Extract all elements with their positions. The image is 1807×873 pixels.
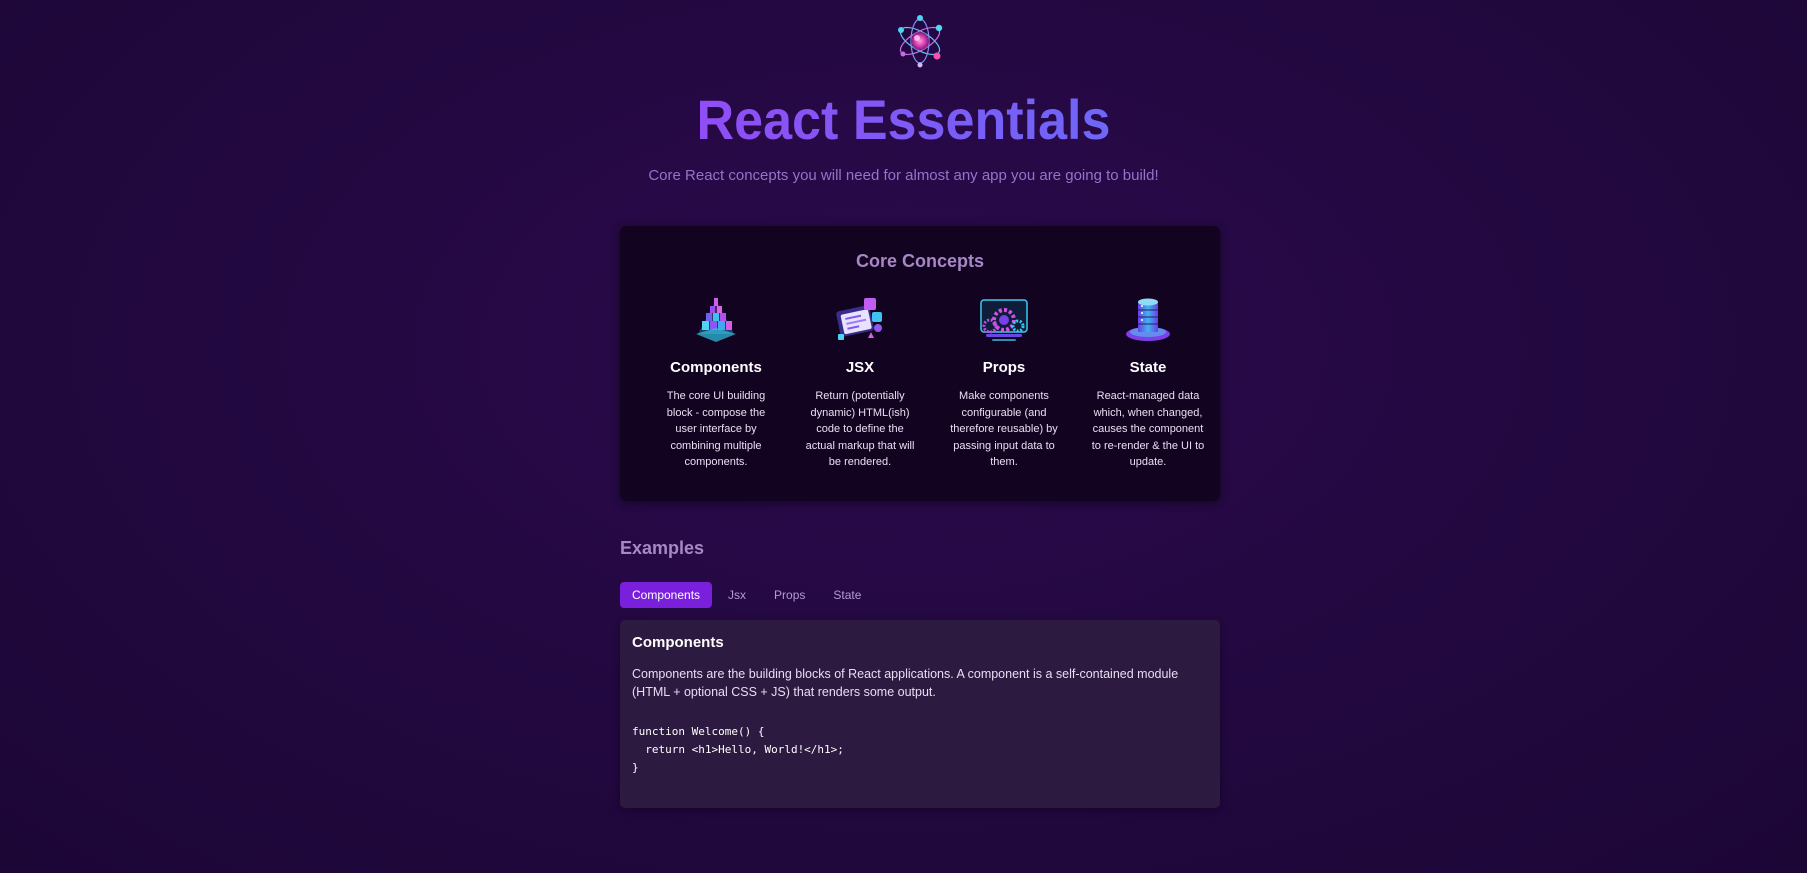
concept-title: State	[1129, 359, 1167, 376]
tab-state[interactable]: State	[821, 582, 873, 608]
concept-components: Components The core UI building block - …	[644, 294, 788, 471]
concept-props: Props Make components configurable (and …	[932, 294, 1076, 471]
tab-components[interactable]: Components	[620, 582, 713, 608]
concept-description: React-managed data which, when changed, …	[1091, 390, 1205, 468]
example-panel-title: Components	[632, 634, 724, 651]
examples-title: Examples	[620, 538, 705, 558]
concept-description: The core UI building block - compose the…	[666, 390, 766, 468]
example-code-block: function Welcome() { return <h1>Hello, W…	[632, 725, 844, 774]
example-panel-description: Components are the building blocks of Re…	[632, 667, 1179, 699]
tab-props[interactable]: Props	[762, 582, 817, 608]
concept-title: JSX	[845, 359, 875, 376]
core-concepts-title: Core Concepts	[855, 251, 985, 271]
page-title: React Essentials	[63, 84, 1744, 156]
concept-description: Return (potentially dynamic) HTML(ish) c…	[805, 390, 915, 468]
page-subtitle: Core React concepts you will need for al…	[648, 167, 1159, 184]
concept-title: Components	[670, 359, 762, 376]
example-panel: Components Components are the building b…	[620, 620, 1220, 808]
core-concepts-section: Core Concepts Components The core UI bui…	[620, 226, 1220, 501]
components-icon	[696, 298, 736, 342]
tab-jsx[interactable]: Jsx	[716, 582, 758, 608]
concept-title: Props	[982, 359, 1026, 376]
jsx-icon	[836, 298, 882, 340]
props-icon	[980, 299, 1028, 341]
concept-description: Make components configurable (and theref…	[950, 390, 1058, 468]
core-concepts-list: Components The core UI building block - …	[644, 294, 1220, 471]
atom-logo-icon	[898, 15, 943, 68]
examples-tabs: Components Jsx Props State	[620, 582, 873, 608]
state-icon	[1126, 298, 1170, 341]
app-root: React Essentials Core React concepts you…	[0, 0, 1807, 873]
concept-state: State React-managed data which, when cha…	[1076, 294, 1220, 471]
concept-jsx: JSX Return (potentially dynamic) HTML(is…	[788, 294, 932, 471]
